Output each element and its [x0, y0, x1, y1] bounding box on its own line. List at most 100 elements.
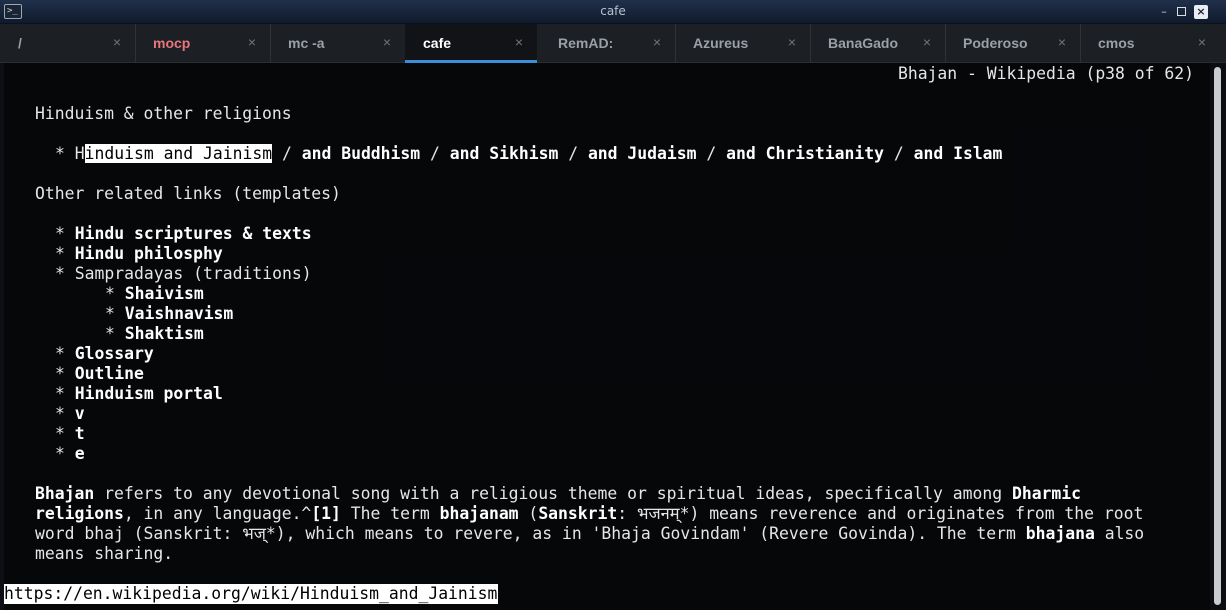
list-bullet: * [105, 284, 125, 303]
sampradayas-label: Sampradayas (traditions) [74, 264, 312, 283]
link-separator: / [696, 144, 727, 163]
link-separator: / [884, 144, 914, 163]
tab-mc[interactable]: mc -a × [270, 24, 405, 63]
paragraph-text: The term [340, 504, 440, 523]
tab-close-button[interactable]: × [653, 34, 661, 50]
link-reference-1[interactable]: [1] [311, 504, 341, 523]
list-bullet: * [55, 224, 75, 243]
list-item: * Outline [35, 364, 144, 384]
list-bullet: * [55, 384, 75, 403]
status-url-bar: https://en.wikipedia.org/wiki/Hinduism_a… [4, 584, 499, 604]
tab-azureus[interactable]: Azureus × [675, 24, 810, 63]
term-bhajanam: bhajanam [439, 504, 519, 523]
list-bullet: * [55, 444, 75, 463]
list-item: * Vaishnavism [35, 304, 233, 324]
section-heading: Hinduism & other religions [35, 104, 292, 123]
tab-label: mc -a [288, 35, 325, 51]
paragraph-line: means sharing. [35, 544, 174, 563]
link-e[interactable]: e [75, 444, 85, 463]
terminal-viewport[interactable]: Bhajan - Wikipedia (p38 of 62) Hinduism … [4, 63, 1210, 610]
list-bullet: * [105, 324, 125, 343]
tab-close-button[interactable]: × [788, 34, 796, 50]
tab-banagado[interactable]: BanaGado × [810, 24, 945, 63]
link-hindu-philosophy[interactable]: Hindu philosphy [75, 244, 223, 263]
list-item: * Glossary [35, 344, 154, 364]
list-bullet: * [55, 244, 75, 263]
list-item: * e [35, 444, 85, 464]
tab-cafe[interactable]: cafe × [405, 24, 537, 63]
link-vaishnavism[interactable]: Vaishnavism [125, 304, 234, 323]
maximize-button[interactable] [1174, 5, 1188, 19]
paragraph-text: refers to any devotional song with a rel… [94, 484, 1012, 503]
link-glossary[interactable]: Glossary [75, 344, 154, 363]
tab-close-button[interactable]: × [515, 34, 523, 50]
link-judaism[interactable]: and Judaism [588, 144, 697, 163]
list-bullet: * [55, 364, 75, 383]
paragraph-line: religions, in any language.^[1] The term… [35, 504, 1143, 524]
terminal-scrollbar[interactable] [1210, 63, 1226, 610]
link-religions[interactable]: religions [35, 504, 124, 523]
tab-close-button[interactable]: × [248, 34, 256, 50]
link-hindu-scriptures[interactable]: Hindu scriptures & texts [75, 224, 312, 243]
list-item: * t [35, 424, 85, 444]
link-shaktism[interactable]: Shaktism [125, 324, 204, 343]
paragraph-text: ( [518, 504, 539, 523]
link-christianity[interactable]: and Christianity [726, 144, 884, 163]
tab-close-button[interactable]: × [1058, 34, 1066, 50]
link-hinduism-portal[interactable]: Hinduism portal [75, 384, 223, 403]
list-bullet: * [105, 304, 125, 323]
list-item: * Shaktism [35, 324, 204, 344]
term-bhajan: Bhajan [35, 484, 95, 503]
minimize-button[interactable]: – [1157, 5, 1171, 19]
tab-cmos[interactable]: cmos × [1080, 24, 1220, 63]
scrollbar-thumb[interactable] [1214, 67, 1221, 605]
link-shaivism[interactable]: Shaivism [125, 284, 204, 303]
list-item: * Shaivism [35, 284, 204, 304]
selected-link-hinduism-jainism[interactable]: induism and Jainism [84, 144, 273, 163]
tab-label: cafe [423, 35, 452, 51]
tab-label: BanaGado [828, 35, 899, 51]
list-item: * Hinduism portal [35, 384, 223, 404]
paragraph-text: , in any language.^ [123, 504, 312, 523]
window-titlebar: >_ cafe – × [0, 0, 1226, 24]
link-sanskrit[interactable]: Sanskrit [538, 504, 617, 523]
tab-label: Azureus [693, 35, 749, 51]
link-v[interactable]: v [75, 404, 85, 423]
link-first-char: H [74, 144, 85, 163]
list-bullet: * [55, 424, 75, 443]
tab-remad[interactable]: RemAD: × [540, 24, 675, 63]
tab-mocp[interactable]: mocp × [135, 24, 270, 63]
link-sikhism[interactable]: and Sikhism [450, 144, 559, 163]
tab-close-button[interactable]: × [383, 34, 391, 50]
link-separator: / [558, 144, 588, 163]
link-dharmic[interactable]: Dharmic [1012, 484, 1081, 503]
tab-label: mocp [153, 35, 191, 51]
close-window-button[interactable]: × [1194, 5, 1208, 19]
tab-close-button[interactable]: × [923, 34, 931, 50]
tab-close-button[interactable]: × [113, 34, 121, 50]
tab-label: / [18, 35, 22, 51]
list-bullet: * [55, 404, 75, 423]
list-item: * v [35, 404, 85, 424]
tab-poderoso[interactable]: Poderoso × [945, 24, 1080, 63]
list-bullet: * [55, 264, 75, 283]
tab-close-button[interactable]: × [1198, 34, 1206, 50]
tab-label: cmos [1098, 35, 1135, 51]
term-bhajana: bhajana [1025, 524, 1095, 543]
list-item: * Sampradayas (traditions) [35, 264, 312, 284]
link-t[interactable]: t [75, 424, 85, 443]
paragraph-text: also [1094, 524, 1145, 543]
window-title: cafe [600, 4, 626, 18]
tab-bar: / × mocp × mc -a × cafe × RemAD: × Azure… [0, 24, 1226, 63]
link-islam[interactable]: and Islam [914, 144, 1003, 163]
tab-label: RemAD: [558, 35, 614, 51]
paragraph-text: word bhaj (Sanskrit: भज्*), which means … [35, 524, 1026, 543]
tab-label: Poderoso [963, 35, 1028, 51]
paragraph-line: Bhajan refers to any devotional song wit… [35, 484, 1081, 504]
link-separator: / [272, 144, 302, 163]
link-buddhism[interactable]: and Buddhism [302, 144, 420, 163]
paragraph-text: : भजनम्*) means reverence and originates… [617, 504, 1144, 523]
page-header: Bhajan - Wikipedia (p38 of 62) [897, 64, 1194, 83]
link-outline[interactable]: Outline [75, 364, 144, 383]
tab-root[interactable]: / × [0, 24, 135, 63]
